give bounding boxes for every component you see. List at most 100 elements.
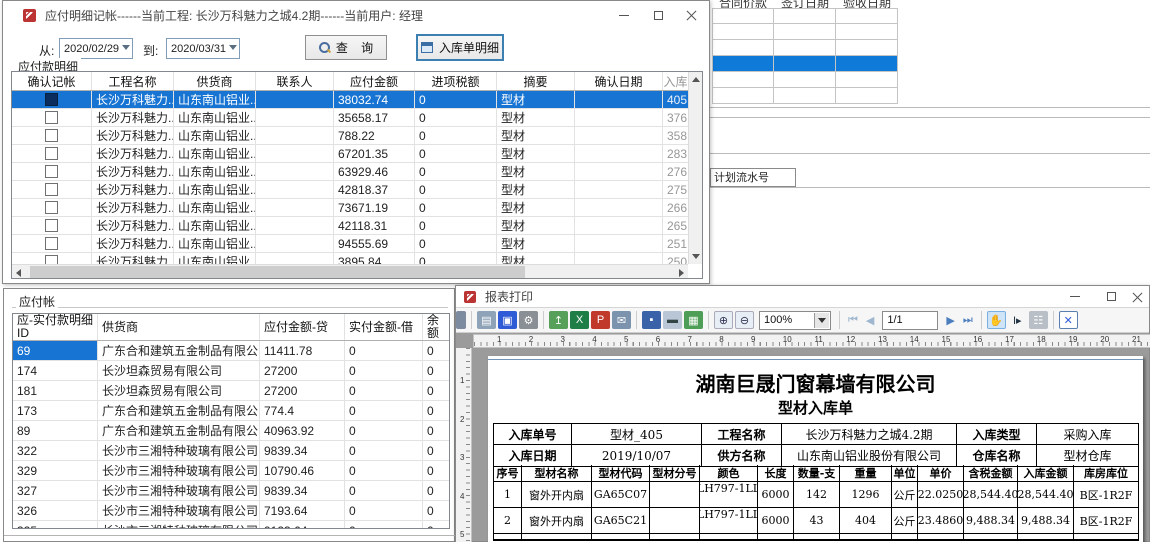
confirm-checkbox[interactable] xyxy=(45,129,58,142)
ruler-number: 7 xyxy=(688,335,692,344)
prev-page-icon[interactable]: ◀ xyxy=(866,314,874,327)
table-header-row[interactable]: 应-实付款明细ID 供货商 应付金额-贷 实付金额-借 余额 xyxy=(13,314,449,341)
excel-export-icon[interactable]: X xyxy=(570,311,589,329)
supplier-cell: 长沙市三湘特种玻璃有限公司 xyxy=(98,501,260,520)
table-row[interactable]: 长沙万科魅力... 山东南山铝业... 3895.84 0 型材 250 xyxy=(12,253,688,264)
zoom-select[interactable]: 100% xyxy=(759,311,831,330)
single-page-icon[interactable]: ▬ xyxy=(663,311,682,329)
confirm-checkbox[interactable] xyxy=(45,165,58,178)
table-row[interactable]: 长沙万科魅力... 山东南山铝业... 35658.17 0 型材 376 xyxy=(12,109,688,127)
contact-cell xyxy=(256,253,334,264)
export-icon[interactable]: ↥ xyxy=(549,311,568,329)
next-page-icon[interactable]: ▶ xyxy=(946,314,954,327)
first-page-icon[interactable]: ⏮ xyxy=(848,314,858,327)
scroll-up-icon[interactable] xyxy=(692,77,700,82)
table-row[interactable]: 长沙万科魅力... 山东南山铝业... 67201.35 0 型材 283 xyxy=(12,145,688,163)
zoom-in-icon[interactable]: ⊕ xyxy=(714,311,733,329)
confirm-cell xyxy=(12,127,92,144)
supplier-cell: 长沙坦森贸易有限公司 xyxy=(98,381,260,400)
table-row[interactable]: 长沙万科魅力... 山东南山铝业... 94555.69 0 型材 251 xyxy=(12,235,688,253)
panel-toggle-icon[interactable] xyxy=(456,311,466,329)
to-date-select[interactable]: 2020/03/31 xyxy=(166,38,240,59)
contact-cell xyxy=(256,181,334,198)
close-preview-icon[interactable]: ✕ xyxy=(1059,311,1078,329)
scroll-down-icon[interactable] xyxy=(692,254,700,259)
multi-page-icon[interactable]: ▦ xyxy=(684,311,703,329)
confirm-checkbox[interactable] xyxy=(45,111,58,124)
save-icon[interactable]: ▪ xyxy=(642,311,661,329)
vertical-scrollbar[interactable] xyxy=(688,72,702,264)
page-number-input[interactable]: 1/1 xyxy=(882,311,938,330)
scrollbar-thumb[interactable] xyxy=(30,266,525,278)
divider xyxy=(702,153,1150,154)
to-date-value: 2020/03/31 xyxy=(171,43,226,55)
table-row[interactable]: 89 广东合和建筑五金制品有限公司 40963.92 0 0 xyxy=(13,421,449,441)
table-row[interactable] xyxy=(712,40,898,56)
table-body: 69 广东合和建筑五金制品有限公司 11411.78 0 0 174 长沙坦森贸… xyxy=(13,341,449,528)
close-button[interactable] xyxy=(675,1,709,29)
table-row-selected[interactable] xyxy=(712,56,898,72)
table-row[interactable]: 长沙万科魅力... 山东南山铝业... 42818.37 0 型材 275 xyxy=(12,181,688,199)
print-setup-icon[interactable]: ⚙ xyxy=(519,311,538,329)
report-toolbar: ▤ ▣ ⚙ ↥ X P ✉ ▪ ▬ ▦ ⊕ ⊖ 100% ⏮ ◀ 1/1 xyxy=(456,308,1149,333)
table-row[interactable] xyxy=(712,88,898,104)
table-row[interactable]: 长沙万科魅力... 山东南山铝业... 73671.19 0 型材 266 xyxy=(12,199,688,217)
text-select-tool-icon[interactable]: I▸ xyxy=(1008,311,1027,329)
table-row[interactable]: 327 长沙市三湘特种玻璃有限公司 9839.34 0 0 xyxy=(13,481,449,501)
query-button[interactable]: 查 询 xyxy=(305,35,387,60)
table-row[interactable]: 长沙万科魅力... 山东南山铝业... 788.22 0 型材 358 xyxy=(12,127,688,145)
confirm-checkbox[interactable] xyxy=(45,219,58,232)
table-row[interactable]: 长沙万科魅力... 山东南山铝业... 42118.31 0 型材 265 xyxy=(12,217,688,235)
table-row[interactable] xyxy=(712,24,898,40)
table-row[interactable]: 173 广东合和建筑五金制品有限公司 774.4 0 0 xyxy=(13,401,449,421)
table-row[interactable] xyxy=(712,8,898,24)
scroll-right-icon[interactable] xyxy=(679,269,684,277)
table-header-row[interactable]: 确认记帐 工程名称 供货商 联系人 应付金额 进项税额 摘要 确认日期 入库 xyxy=(12,72,688,91)
table-row[interactable]: 长沙万科魅力... 山东南山铝业... 38032.74 0 型材 405 xyxy=(12,91,688,109)
amount-cell: 788.22 xyxy=(334,127,415,144)
length-cell: 6000 xyxy=(758,508,794,533)
stockin-detail-button[interactable]: 入库单明细 xyxy=(416,34,504,61)
titlebar[interactable]: 应付明细记帐------当前工程: 长沙万科魅力之城4.2期------当前用户… xyxy=(3,1,709,29)
confirm-checkbox[interactable] xyxy=(45,147,58,160)
tax-cell: 0 xyxy=(415,199,497,216)
report-detail-body: 1 窗外开内扇 GA65C07 LH797-1LL 6000 142 1296 … xyxy=(494,482,1138,534)
amount-cell: 67201.35 xyxy=(334,145,415,162)
copy-icon[interactable]: ☷ xyxy=(1029,311,1048,329)
table-row[interactable]: 181 长沙坦森贸易有限公司 27200 0 0 xyxy=(13,381,449,401)
minimize-button[interactable] xyxy=(607,1,641,29)
confirm-checkbox[interactable] xyxy=(45,237,58,250)
hand-tool-icon[interactable]: ✋ xyxy=(987,311,1006,329)
maximize-button[interactable] xyxy=(1093,286,1129,307)
maximize-button[interactable] xyxy=(641,1,675,29)
table-row[interactable]: 174 长沙坦森贸易有限公司 27200 0 0 xyxy=(13,361,449,381)
scroll-left-icon[interactable] xyxy=(16,269,21,277)
table-row[interactable]: 329 长沙市三湘特种玻璃有限公司 10790.46 0 0 xyxy=(13,461,449,481)
printer-icon[interactable]: ▤ xyxy=(477,311,496,329)
titlebar[interactable]: 报表打印 xyxy=(456,286,1149,308)
table-row[interactable]: 长沙万科魅力... 山东南山铝业... 63929.46 0 型材 276 xyxy=(12,163,688,181)
confirm-checkbox[interactable] xyxy=(45,183,58,196)
confirm-checkbox[interactable] xyxy=(45,93,58,106)
zoom-out-icon[interactable]: ⊖ xyxy=(735,311,754,329)
horizontal-scrollbar[interactable] xyxy=(12,264,688,278)
minimize-button[interactable] xyxy=(1057,286,1093,307)
amount-cell: 35658.17 xyxy=(334,109,415,126)
pdf-export-icon[interactable]: P xyxy=(591,311,610,329)
table-row[interactable]: 69 广东合和建筑五金制品有限公司 11411.78 0 0 xyxy=(13,341,449,361)
ruler-number: 8 xyxy=(719,335,723,344)
table-row[interactable]: 325 长沙市三湘特种玻璃有限公司 9123.64 0 0 xyxy=(13,521,449,528)
mail-icon[interactable]: ✉ xyxy=(612,311,631,329)
search-icon xyxy=(319,42,330,53)
table-row[interactable]: 322 长沙市三湘特种玻璃有限公司 9839.34 0 0 xyxy=(13,441,449,461)
confirm-checkbox[interactable] xyxy=(45,255,58,264)
close-button[interactable] xyxy=(1129,286,1147,307)
debit-cell: 0 xyxy=(345,361,423,380)
confirm-checkbox[interactable] xyxy=(45,201,58,214)
table-row[interactable] xyxy=(712,72,898,88)
book-icon[interactable]: ▣ xyxy=(498,311,517,329)
last-page-icon[interactable]: ⏭ xyxy=(963,314,973,327)
ruler-number: 2 xyxy=(529,335,533,344)
from-date-select[interactable]: 2020/02/29 xyxy=(59,38,133,59)
table-row[interactable]: 326 长沙市三湘特种玻璃有限公司 7193.64 0 0 xyxy=(13,501,449,521)
